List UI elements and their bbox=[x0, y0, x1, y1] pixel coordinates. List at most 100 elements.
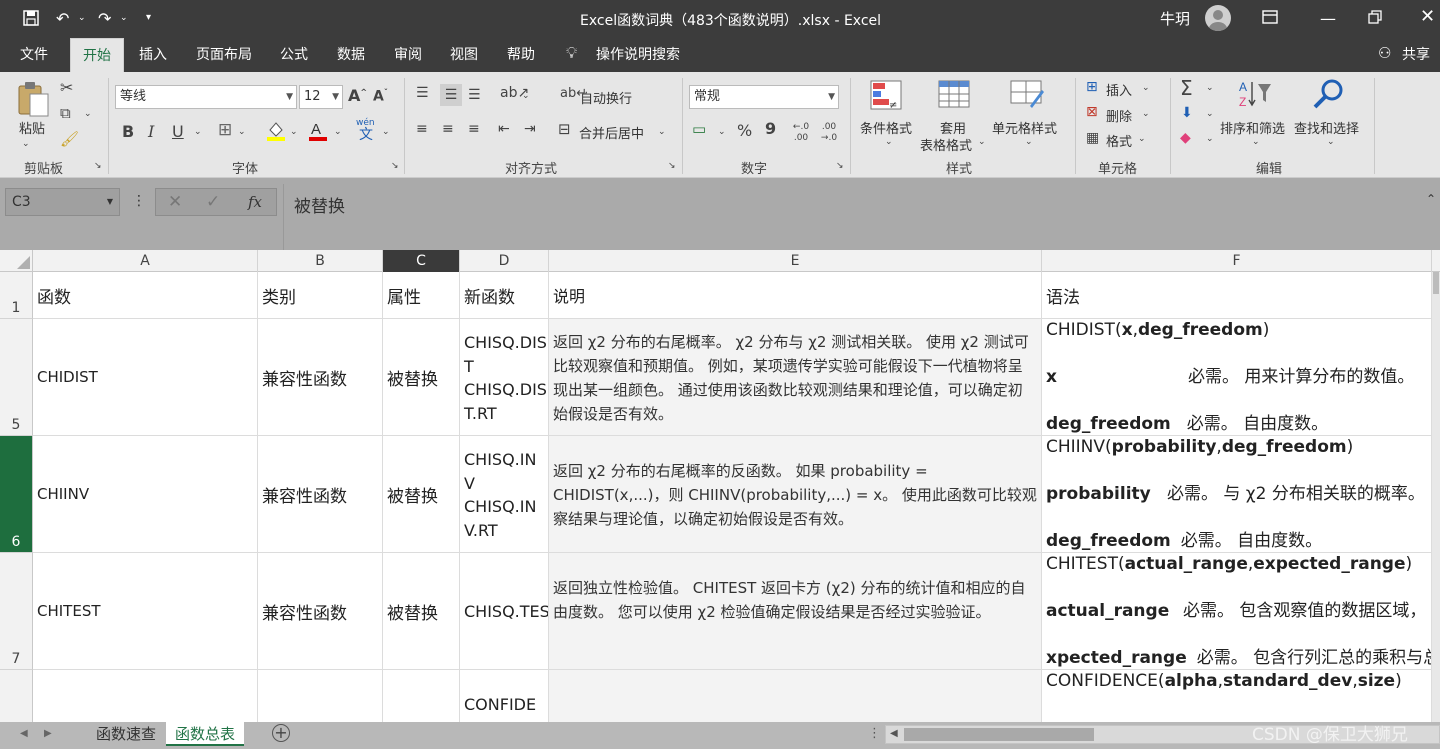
column-header-e[interactable]: E bbox=[549, 250, 1042, 272]
undo-dropdown-icon[interactable]: ⌄ bbox=[78, 13, 86, 23]
ribbon-display-icon[interactable] bbox=[1262, 9, 1278, 28]
format-cells-button[interactable]: 格式 bbox=[1106, 131, 1132, 150]
cell-e1[interactable]: 说明 bbox=[549, 272, 1042, 319]
underline-button[interactable]: U bbox=[172, 124, 184, 140]
sort-filter-icon[interactable]: AZ bbox=[1238, 78, 1272, 113]
row-header-6[interactable]: 6 bbox=[0, 436, 33, 553]
fill-color-icon[interactable] bbox=[266, 120, 286, 145]
increase-decimal-button[interactable]: ←.0 .00 bbox=[790, 122, 812, 144]
tell-me-search[interactable]: 操作说明搜索 bbox=[596, 44, 680, 64]
align-bottom-icon[interactable]: ☰ bbox=[468, 88, 481, 102]
decrease-decimal-button[interactable]: .00 →.0 bbox=[818, 122, 840, 144]
increase-indent-icon[interactable]: ⇥ bbox=[524, 122, 536, 136]
merge-center-button[interactable]: 合并后居中 bbox=[579, 123, 644, 142]
font-launcher-icon[interactable]: ↘ bbox=[391, 162, 399, 171]
number-launcher-icon[interactable]: ↘ bbox=[836, 162, 844, 171]
cell-f7[interactable]: CHITEST(actual_range,expected_range) act… bbox=[1042, 553, 1432, 670]
cell-styles-button[interactable]: 单元格样式 bbox=[992, 118, 1057, 137]
share-icon[interactable]: ⚇ bbox=[1378, 44, 1391, 62]
font-name-combo[interactable]: 等线 ▼ bbox=[115, 85, 297, 109]
table-dropdown-icon[interactable]: ⌄ bbox=[978, 138, 986, 147]
align-middle-icon[interactable]: ☰ bbox=[440, 84, 462, 106]
vertical-scroll-thumb[interactable] bbox=[1433, 272, 1439, 294]
cell-a1[interactable]: 函数 bbox=[33, 272, 258, 319]
sheet-tab-quick[interactable]: 函数速查 bbox=[96, 723, 156, 744]
add-sheet-icon[interactable]: + bbox=[272, 724, 290, 742]
cell-f6[interactable]: CHIINV(probability,deg_freedom) probabil… bbox=[1042, 436, 1432, 553]
tab-home[interactable]: 开始 bbox=[70, 38, 124, 72]
accounting-dropdown-icon[interactable]: ⌄ bbox=[718, 128, 726, 137]
vertical-scrollbar[interactable] bbox=[1432, 272, 1440, 722]
cell-c8[interactable] bbox=[383, 670, 460, 722]
cell-e5[interactable]: 返回 χ2 分布的右尾概率。 χ2 分布与 χ2 测试相关联。 使用 χ2 测试… bbox=[549, 319, 1042, 436]
cell-e8[interactable] bbox=[549, 670, 1042, 722]
decrease-font-icon[interactable]: Aˇ bbox=[373, 89, 388, 104]
clipboard-launcher-icon[interactable]: ↘ bbox=[94, 162, 102, 171]
tab-file[interactable]: 文件 bbox=[20, 44, 48, 64]
cell-d6[interactable]: CHISQ.IN V CHISQ.IN V.RT bbox=[460, 436, 549, 553]
underline-dropdown-icon[interactable]: ⌄ bbox=[194, 128, 202, 137]
cell-e6[interactable]: 返回 χ2 分布的右尾概率的反函数。 如果 probability = CHID… bbox=[549, 436, 1042, 553]
comma-style-button[interactable]: 9 bbox=[765, 121, 776, 137]
cell-c1[interactable]: 属性 bbox=[383, 272, 460, 319]
redo-icon[interactable]: ↷ bbox=[98, 9, 111, 28]
insert-cells-icon[interactable]: ⊞ bbox=[1086, 80, 1098, 94]
conditional-format-button[interactable]: 条件格式 bbox=[860, 118, 912, 137]
cell-c5[interactable]: 被替换 bbox=[383, 319, 460, 436]
align-right-icon[interactable]: ≡ bbox=[468, 122, 480, 136]
autosum-icon[interactable]: Σ bbox=[1180, 78, 1193, 98]
share-button[interactable]: 共享 bbox=[1402, 44, 1430, 64]
cell-b5[interactable]: 兼容性函数 bbox=[258, 319, 383, 436]
merge-center-icon[interactable]: ⊟ bbox=[558, 122, 571, 137]
cell-styles-icon[interactable] bbox=[1010, 80, 1044, 113]
borders-dropdown-icon[interactable]: ⌄ bbox=[238, 128, 246, 137]
scroll-left-icon[interactable]: ◀ bbox=[890, 728, 898, 739]
format-dropdown-icon[interactable]: ⌄ bbox=[1138, 135, 1146, 144]
sheet-tab-all[interactable]: 函数总表 bbox=[166, 722, 245, 746]
insert-function-button[interactable]: fx bbox=[248, 193, 262, 211]
undo-icon[interactable]: ↶ bbox=[56, 9, 69, 28]
cut-icon[interactable]: ✂ bbox=[60, 80, 73, 96]
bold-button[interactable]: B bbox=[122, 124, 134, 140]
select-all-corner[interactable] bbox=[0, 250, 33, 272]
cell-a7[interactable]: CHITEST bbox=[33, 553, 258, 670]
enter-icon[interactable]: ✓ bbox=[206, 192, 220, 212]
tab-formulas[interactable]: 公式 bbox=[280, 44, 308, 64]
cell-f1[interactable]: 语法 bbox=[1042, 272, 1432, 319]
cell-d5[interactable]: CHISQ.DIS T CHISQ.DIS T.RT bbox=[460, 319, 549, 436]
font-size-combo[interactable]: 12 ▼ bbox=[299, 85, 343, 109]
cell-c6[interactable]: 被替换 bbox=[383, 436, 460, 553]
accounting-format-icon[interactable]: ▭ bbox=[692, 122, 706, 137]
format-cells-icon[interactable]: ▦ bbox=[1086, 131, 1099, 145]
percent-style-button[interactable]: % bbox=[737, 123, 752, 139]
cell-f8[interactable]: CONFIDENCE(alpha,standard_dev,size) bbox=[1042, 670, 1432, 722]
row-header-7[interactable]: 7 bbox=[0, 553, 33, 670]
paste-icon[interactable] bbox=[16, 80, 50, 121]
copy-icon[interactable]: ⧉ bbox=[60, 106, 71, 121]
cell-a5[interactable]: CHIDIST bbox=[33, 319, 258, 436]
fill-dropdown-icon[interactable]: ⌄ bbox=[290, 128, 298, 137]
italic-button[interactable]: I bbox=[148, 124, 154, 140]
tab-page-layout[interactable]: 页面布局 bbox=[196, 44, 252, 64]
orientation-dropdown-icon[interactable]: ⌄ bbox=[522, 92, 530, 101]
row-header-5[interactable]: 5 bbox=[0, 319, 33, 436]
merge-dropdown-icon[interactable]: ⌄ bbox=[658, 128, 666, 137]
tab-split-handle[interactable]: ⋮ bbox=[868, 726, 881, 741]
next-sheet-icon[interactable]: ▶ bbox=[44, 728, 52, 739]
cell-b6[interactable]: 兼容性函数 bbox=[258, 436, 383, 553]
column-header-a[interactable]: A bbox=[33, 250, 258, 272]
cell-b8[interactable] bbox=[258, 670, 383, 722]
sort-filter-button[interactable]: 排序和筛选 bbox=[1220, 118, 1285, 137]
tab-view[interactable]: 视图 bbox=[450, 44, 478, 64]
row-header-1[interactable]: 1 bbox=[0, 272, 33, 319]
cell-b1[interactable]: 类别 bbox=[258, 272, 383, 319]
find-select-icon[interactable] bbox=[1312, 78, 1344, 113]
font-color-dropdown-icon[interactable]: ⌄ bbox=[334, 128, 342, 137]
increase-font-icon[interactable]: A^ bbox=[348, 88, 367, 104]
delete-dropdown-icon[interactable]: ⌄ bbox=[1142, 110, 1150, 119]
alignment-launcher-icon[interactable]: ↘ bbox=[668, 162, 676, 171]
cell-styles-dropdown-icon[interactable]: ⌄ bbox=[1025, 138, 1033, 147]
cell-a8[interactable] bbox=[33, 670, 258, 722]
fill-icon[interactable]: ⬇ bbox=[1181, 106, 1193, 120]
cancel-icon[interactable]: ✕ bbox=[168, 192, 182, 212]
